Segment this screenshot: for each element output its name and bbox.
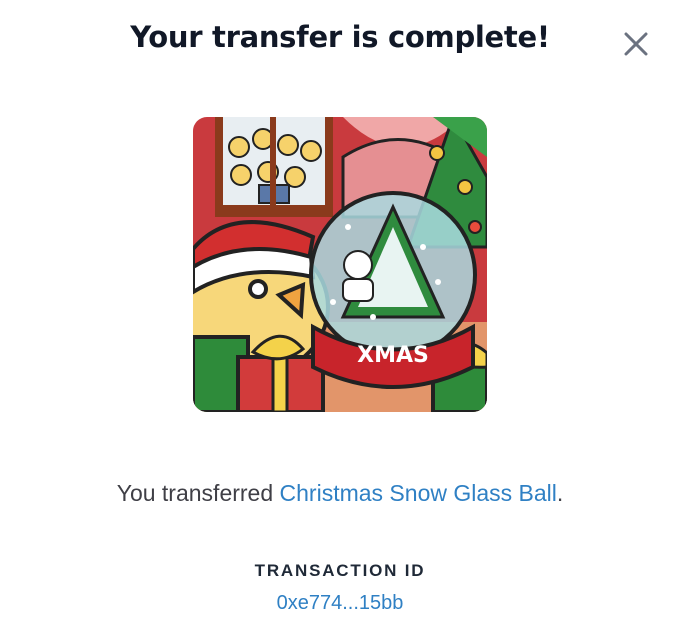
close-button[interactable] — [620, 28, 652, 60]
nft-image: XMAS — [193, 117, 487, 412]
message-suffix: . — [556, 480, 564, 506]
close-icon — [624, 32, 648, 56]
message-prefix: You transferred — [116, 480, 280, 506]
transaction-id-link[interactable]: 0xe774...15bb — [277, 592, 404, 614]
transfer-message: You transferred Christmas Snow Glass Bal… — [0, 480, 680, 507]
item-link[interactable]: Christmas Snow Glass Ball — [280, 480, 557, 506]
transaction-id-label: TRANSACTION ID — [254, 561, 426, 580]
globe-label: XMAS — [357, 343, 429, 368]
transaction-id: 0xe774...15bb — [0, 592, 680, 615]
christmas-snow-glass-ball-art: XMAS — [193, 117, 487, 412]
dialog-title: Your transfer is complete! — [130, 20, 550, 54]
